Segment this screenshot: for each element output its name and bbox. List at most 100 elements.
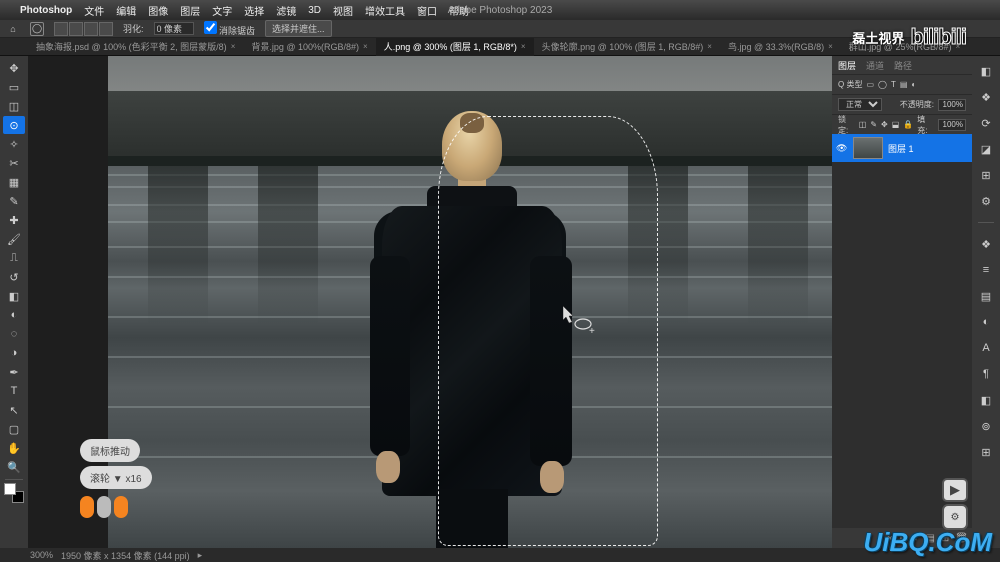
menu-edit[interactable]: 编辑 bbox=[116, 3, 136, 18]
menu-view[interactable]: 视图 bbox=[333, 3, 353, 18]
blend-opacity-row: 正常 不透明度: bbox=[832, 94, 972, 114]
home-icon[interactable]: ⌂ bbox=[6, 22, 20, 36]
doc-info[interactable]: 1950 像素 x 1354 像素 (144 ppi) bbox=[61, 549, 190, 562]
rail-navigator-icon[interactable]: ⊚ bbox=[977, 417, 995, 435]
lock-pixels-icon[interactable]: ✎ bbox=[870, 120, 877, 129]
zoom-level[interactable]: 300% bbox=[30, 550, 53, 560]
rail-libraries-icon[interactable]: ❖ bbox=[977, 235, 995, 253]
tab-doc-4[interactable]: 鸟.jpg @ 33.3%(RGB/8)× bbox=[720, 38, 841, 56]
menu-select[interactable]: 选择 bbox=[244, 3, 264, 18]
tab-channels[interactable]: 通道 bbox=[866, 59, 884, 72]
selection-intersect-icon[interactable] bbox=[99, 22, 113, 36]
rail-brushes-icon[interactable]: ≡ bbox=[977, 261, 995, 279]
foreground-color-swatch[interactable] bbox=[4, 483, 16, 495]
path-select-tool-icon[interactable]: ↖ bbox=[3, 401, 25, 419]
app-name[interactable]: Photoshop bbox=[20, 5, 72, 16]
fill-input[interactable] bbox=[938, 119, 966, 131]
filter-shape-icon[interactable]: ▤ bbox=[900, 80, 908, 89]
close-icon[interactable]: × bbox=[231, 42, 236, 51]
selection-new-icon[interactable] bbox=[54, 22, 68, 36]
brush-tool-icon[interactable]: 🖌 bbox=[3, 230, 25, 248]
dodge-tool-icon[interactable]: ◑ bbox=[3, 344, 25, 362]
rail-paragraph-icon[interactable]: ¶ bbox=[977, 365, 995, 383]
rail-properties-icon[interactable]: ⚙ bbox=[977, 192, 995, 210]
gradient-tool-icon[interactable]: ◐ bbox=[3, 306, 25, 324]
chevron-right-icon[interactable]: ▸ bbox=[198, 550, 203, 561]
rail-character-icon[interactable]: A bbox=[977, 339, 995, 357]
selection-add-icon[interactable] bbox=[69, 22, 83, 36]
menu-3d[interactable]: 3D bbox=[308, 5, 321, 16]
tab-doc-1[interactable]: 背景.jpg @ 100%(RGB/8#)× bbox=[243, 38, 375, 56]
layer-filter-row: Q 类型 ▭ ◯ T ▤ ◐ bbox=[832, 74, 972, 94]
zoom-tool-icon[interactable]: 🔍 bbox=[3, 458, 25, 476]
tab-layers[interactable]: 图层 bbox=[838, 59, 856, 72]
close-icon[interactable]: × bbox=[828, 42, 833, 51]
close-icon[interactable]: × bbox=[521, 42, 526, 51]
lasso-tool-icon[interactable]: ⊙ bbox=[3, 116, 25, 134]
rail-gradients-icon[interactable]: ⟳ bbox=[977, 114, 995, 132]
crop-tool-icon[interactable]: ✂ bbox=[3, 154, 25, 172]
shape-tool-icon[interactable]: ▢ bbox=[3, 420, 25, 438]
rail-actions-icon[interactable]: ◐ bbox=[977, 313, 995, 331]
visibility-eye-icon[interactable]: 👁 bbox=[836, 143, 848, 154]
tool-preset-icon[interactable]: ◯ bbox=[30, 22, 44, 36]
antialias-checkbox[interactable]: 消除锯齿 bbox=[204, 21, 256, 37]
history-brush-tool-icon[interactable]: ↺ bbox=[3, 268, 25, 286]
color-swatches[interactable] bbox=[4, 483, 24, 503]
stamp-tool-icon[interactable]: ⎍ bbox=[3, 249, 25, 267]
lock-transparency-icon[interactable]: ◫ bbox=[859, 120, 867, 129]
filter-pixel-icon[interactable]: ▭ bbox=[866, 80, 874, 89]
menu-type[interactable]: 文字 bbox=[212, 3, 232, 18]
opacity-label: 不透明度: bbox=[900, 99, 934, 110]
filter-smart-icon[interactable]: ◐ bbox=[911, 80, 916, 89]
blend-mode-select[interactable]: 正常 bbox=[838, 98, 882, 111]
menu-plugins[interactable]: 增效工具 bbox=[365, 3, 405, 18]
artboard-tool-icon[interactable]: ▭ bbox=[3, 78, 25, 96]
close-icon[interactable]: × bbox=[363, 42, 368, 51]
tab-doc-0[interactable]: 抽象海报.psd @ 100% (色彩平衡 2, 图层蒙版/8)× bbox=[28, 38, 243, 56]
lock-all-icon[interactable]: 🔒 bbox=[903, 120, 913, 129]
healing-tool-icon[interactable]: ✚ bbox=[3, 211, 25, 229]
layer-row[interactable]: 👁 图层 1 bbox=[832, 134, 972, 162]
tab-doc-3[interactable]: 头像轮廓.png @ 100% (图层 1, RGB/8#)× bbox=[534, 38, 720, 56]
wand-tool-icon[interactable]: ✧ bbox=[3, 135, 25, 153]
tab-paths[interactable]: 路径 bbox=[894, 59, 912, 72]
canvas[interactable]: + 鼠标推动 滚轮 ▼ x16 bbox=[28, 56, 832, 548]
opacity-input[interactable] bbox=[938, 99, 966, 111]
feather-input[interactable] bbox=[154, 22, 194, 35]
marquee-tool-icon[interactable]: ◫ bbox=[3, 97, 25, 115]
lock-artboard-icon[interactable]: ⬓ bbox=[892, 120, 900, 129]
overlay-chip-mouse: 鼠标推动 bbox=[80, 439, 140, 462]
menu-window[interactable]: 窗口 bbox=[417, 3, 437, 18]
hand-tool-icon[interactable]: ✋ bbox=[3, 439, 25, 457]
watermark: UiBQ.CoM bbox=[863, 527, 992, 558]
blur-tool-icon[interactable]: ◌ bbox=[3, 325, 25, 343]
right-panel-area: 图层 通道 路径 Q 类型 ▭ ◯ T ▤ ◐ 正常 不透明度: bbox=[832, 56, 1000, 548]
layer-thumbnail[interactable] bbox=[853, 137, 883, 159]
rail-adjust-icon[interactable]: ⊞ bbox=[977, 166, 995, 184]
rail-layers-icon[interactable]: ⊞ bbox=[977, 443, 995, 461]
select-and-mask-button[interactable]: 选择并遮住... bbox=[265, 20, 332, 37]
pen-tool-icon[interactable]: ✒ bbox=[3, 363, 25, 381]
menu-file[interactable]: 文件 bbox=[84, 3, 104, 18]
menu-filter[interactable]: 滤镜 bbox=[276, 3, 296, 18]
close-icon[interactable]: × bbox=[707, 42, 712, 51]
tab-doc-2[interactable]: 人.png @ 300% (图层 1, RGB/8*)× bbox=[376, 38, 534, 56]
filter-type-icon[interactable]: T bbox=[891, 80, 896, 89]
menu-layer[interactable]: 图层 bbox=[180, 3, 200, 18]
menu-image[interactable]: 图像 bbox=[148, 3, 168, 18]
selection-subtract-icon[interactable] bbox=[84, 22, 98, 36]
layer-name[interactable]: 图层 1 bbox=[888, 142, 914, 155]
rail-swatches-icon[interactable]: ❖ bbox=[977, 88, 995, 106]
filter-adjust-icon[interactable]: ◯ bbox=[878, 80, 887, 89]
rail-info-icon[interactable]: ◧ bbox=[977, 391, 995, 409]
rail-color-icon[interactable]: ◧ bbox=[977, 62, 995, 80]
eyedropper-tool-icon[interactable]: ✎ bbox=[3, 192, 25, 210]
lock-position-icon[interactable]: ✥ bbox=[881, 120, 888, 129]
rail-history-icon[interactable]: ▤ bbox=[977, 287, 995, 305]
frame-tool-icon[interactable]: ▦ bbox=[3, 173, 25, 191]
type-tool-icon[interactable]: T bbox=[3, 382, 25, 400]
move-tool-icon[interactable]: ✥ bbox=[3, 59, 25, 77]
rail-patterns-icon[interactable]: ◪ bbox=[977, 140, 995, 158]
eraser-tool-icon[interactable]: ◧ bbox=[3, 287, 25, 305]
